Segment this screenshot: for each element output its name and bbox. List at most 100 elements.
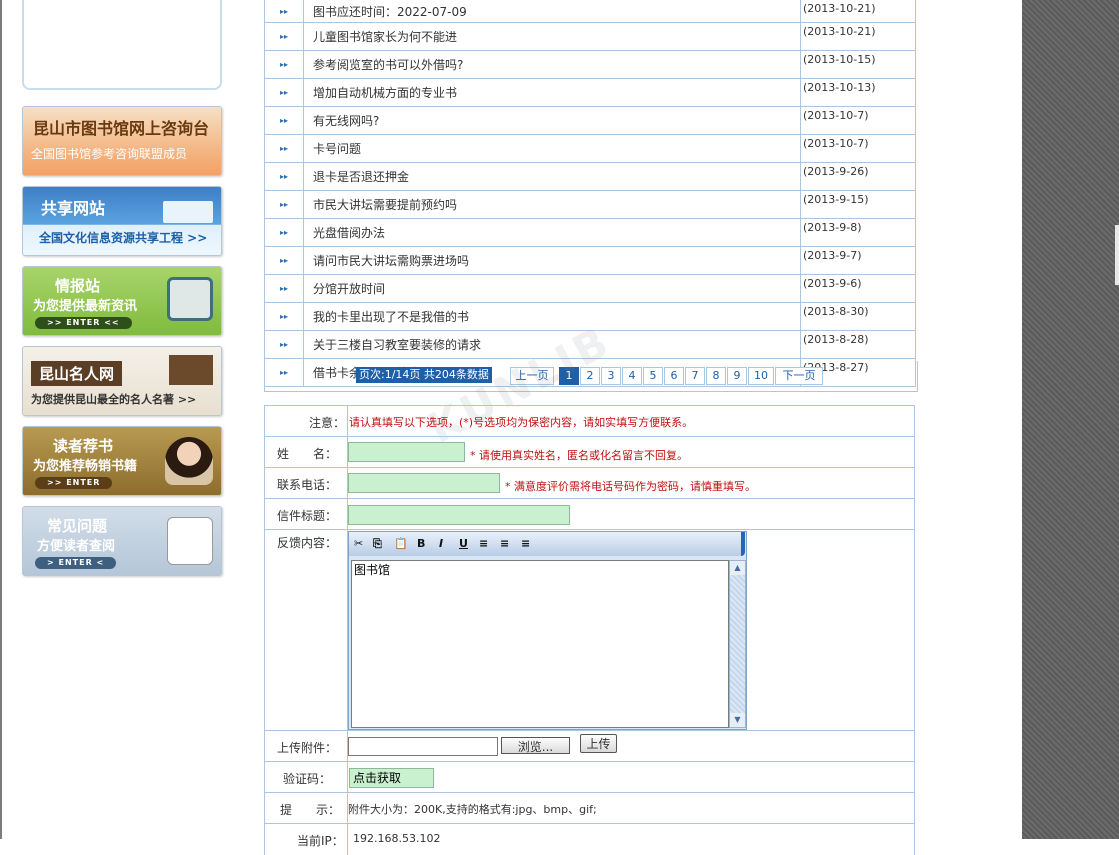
underline-icon[interactable]: U xyxy=(459,537,468,550)
question-title[interactable]: 图书应还时间：2022-07-09 xyxy=(303,0,801,23)
italic-icon[interactable]: I xyxy=(439,537,443,550)
file-path-input[interactable] xyxy=(348,737,498,756)
phone-input[interactable] xyxy=(348,473,500,493)
calendar-icon xyxy=(167,517,213,565)
banner-title: 读者荐书 xyxy=(53,437,114,455)
editor-scrollbar[interactable]: ▲ ▼ xyxy=(729,560,746,728)
question-date: (2013-10-13) xyxy=(800,78,916,107)
notice-text: 请认真填写以下选项，(*)号选项均为保密内容，请如实填写方便联系。 xyxy=(349,416,694,429)
page-number-button[interactable]: 3 xyxy=(601,367,621,385)
page-number-button[interactable]: 1 xyxy=(559,367,579,385)
book-recommend-banner[interactable]: 读者荐书 为您推荐畅销书籍 >> ENTER xyxy=(22,426,222,496)
captcha-row: 验证码： 点击获取 xyxy=(264,761,915,793)
align-right-icon[interactable]: ≡ xyxy=(521,537,530,550)
question-row[interactable]: ▸▸ 分馆开放时间 (2013-9-6) xyxy=(264,274,916,303)
question-title[interactable]: 儿童图书馆家长为何不能进 xyxy=(303,22,801,51)
page-number-button[interactable]: 6 xyxy=(664,367,684,385)
bold-icon[interactable]: B xyxy=(417,537,425,550)
name-row: 姓 名： * 请使用真实姓名，匿名或化名留言不回复。 xyxy=(264,436,915,468)
name-hint: * 请使用真实姓名，匿名或化名留言不回复。 xyxy=(470,449,688,462)
page-number-button[interactable]: 9 xyxy=(727,367,747,385)
next-page-button[interactable]: 下一页 xyxy=(775,367,823,385)
banner-title: 共享网站 xyxy=(41,199,106,218)
arrow-icon: ▸▸ xyxy=(264,274,304,303)
tip-text: 附件大小为：200K,支持的格式有:jpg、bmp、gif; xyxy=(348,803,597,816)
question-title[interactable]: 有无线网吗? xyxy=(303,106,801,135)
question-row[interactable]: ▸▸ 退卡是否退还押金 (2013-9-26) xyxy=(264,162,916,191)
question-row[interactable]: ▸▸ 卡号问题 (2013-10-7) xyxy=(264,134,916,163)
upload-button[interactable]: 上传 xyxy=(580,734,617,753)
question-date: (2013-10-7) xyxy=(800,106,916,135)
page-number-button[interactable]: 5 xyxy=(643,367,663,385)
question-row[interactable]: ▸▸ 光盘借阅办法 (2013-9-8) xyxy=(264,218,916,247)
question-title[interactable]: 参考阅览室的书可以外借吗? xyxy=(303,50,801,79)
banner-subtitle: 全国文化信息资源共享工程 >> xyxy=(39,231,208,245)
question-title[interactable]: 请问市民大讲坛需购票进场吗 xyxy=(303,246,801,275)
left-edge xyxy=(0,0,2,839)
subject-input[interactable] xyxy=(348,505,570,525)
question-title[interactable]: 市民大讲坛需要提前预约吗 xyxy=(303,190,801,219)
enter-button[interactable]: > ENTER < xyxy=(35,557,117,569)
consult-banner[interactable]: 昆山市图书馆网上咨询台 全国图书馆参考咨询联盟成员 xyxy=(22,106,222,176)
info-station-banner[interactable]: 情报站 为您提供最新资讯 >> ENTER << xyxy=(22,266,222,336)
content-text: 图书馆 xyxy=(354,563,391,577)
question-row[interactable]: ▸▸ 有无线网吗? (2013-10-7) xyxy=(264,106,916,135)
enter-button[interactable]: >> ENTER xyxy=(35,477,113,489)
banner-subtitle: 为您提供最新资讯 xyxy=(33,299,138,314)
ip-row: 当前IP： 192.168.53.102 xyxy=(264,823,915,855)
page-number-button[interactable]: 2 xyxy=(580,367,600,385)
align-center-icon[interactable]: ≡ xyxy=(500,537,509,550)
question-title[interactable]: 分馆开放时间 xyxy=(303,274,801,303)
browse-button[interactable]: 浏览... xyxy=(501,737,570,754)
question-row[interactable]: ▸▸ 市民大讲坛需要提前预约吗 (2013-9-15) xyxy=(264,190,916,219)
question-row[interactable]: ▸▸ 我的卡里出现了不是我借的书 (2013-8-30) xyxy=(264,302,916,331)
share-site-banner[interactable]: 共享网站 全国文化信息资源共享工程 >> xyxy=(22,186,222,256)
question-date: (2013-9-7) xyxy=(800,246,916,275)
question-date: (2013-10-7) xyxy=(800,134,916,163)
page-number-button[interactable]: 4 xyxy=(622,367,642,385)
question-date: (2013-9-8) xyxy=(800,218,916,247)
prev-page-button[interactable]: 上一页 xyxy=(510,367,554,385)
question-title[interactable]: 关于三楼自习教室要装修的请求 xyxy=(303,330,801,359)
arrow-icon: ▸▸ xyxy=(264,50,304,79)
question-title[interactable]: 卡号问题 xyxy=(303,134,801,163)
sidebar-top-box xyxy=(22,0,222,90)
phone-row: 联系电话： * 满意度评价需将电话号码作为密码，请慎重填写。 xyxy=(264,467,915,499)
monitor-icon xyxy=(167,277,213,321)
question-row[interactable]: ▸▸ 增加自动机械方面的专业书 (2013-10-13) xyxy=(264,78,916,107)
question-date: (2013-9-6) xyxy=(800,274,916,303)
page-number-button[interactable]: 10 xyxy=(748,367,774,385)
scroll-down-icon[interactable]: ▼ xyxy=(730,713,745,727)
question-title[interactable]: 退卡是否退还押金 xyxy=(303,162,801,191)
copy-icon[interactable]: ⎘ xyxy=(373,537,382,551)
banner-title: 常见问题 xyxy=(47,517,108,535)
question-title[interactable]: 我的卡里出现了不是我借的书 xyxy=(303,302,801,331)
question-row[interactable]: ▸▸ 关于三楼自习教室要装修的请求 (2013-8-28) xyxy=(264,330,916,359)
question-row[interactable]: ▸▸ 图书应还时间：2022-07-09 (2013-10-21) xyxy=(264,0,916,23)
question-row[interactable]: ▸▸ 请问市民大讲坛需购票进场吗 (2013-9-7) xyxy=(264,246,916,275)
enter-button[interactable]: >> ENTER << xyxy=(35,317,132,329)
question-row[interactable]: ▸▸ 参考阅览室的书可以外借吗? (2013-10-15) xyxy=(264,50,916,79)
content-textarea[interactable]: 图书馆 xyxy=(351,560,729,728)
question-title[interactable]: 光盘借阅办法 xyxy=(303,218,801,247)
captcha-button[interactable]: 点击获取 xyxy=(349,768,434,788)
arrow-icon: ▸▸ xyxy=(264,78,304,107)
paste-icon[interactable]: 📋 xyxy=(394,537,408,550)
question-row[interactable]: ▸▸ 儿童图书馆家长为何不能进 (2013-10-21) xyxy=(264,22,916,51)
name-input[interactable] xyxy=(348,442,465,462)
question-list: ▸▸ 图书应还时间：2022-07-09 (2013-10-21) ▸▸ 儿童图书馆家长… xyxy=(264,0,916,387)
page-number-button[interactable]: 8 xyxy=(706,367,726,385)
celebrity-banner[interactable]: 昆山名人网 为您提供昆山最全的名人名著 >> xyxy=(22,346,222,416)
notice-label: 注意： xyxy=(309,416,346,430)
align-left-icon[interactable]: ≡ xyxy=(479,537,488,550)
scroll-up-icon[interactable]: ▲ xyxy=(730,561,745,575)
faq-banner[interactable]: 常见问题 方便读者查阅 > ENTER < xyxy=(22,506,222,576)
ip-label: 当前IP： xyxy=(297,834,344,848)
question-date: (2013-8-28) xyxy=(800,330,916,359)
cut-icon[interactable]: ✂ xyxy=(354,537,363,550)
page-number-button[interactable]: 7 xyxy=(685,367,705,385)
phone-hint: * 满意度评价需将电话号码作为密码，请慎重填写。 xyxy=(505,480,756,493)
arrow-icon: ▸▸ xyxy=(264,22,304,51)
question-title[interactable]: 增加自动机械方面的专业书 xyxy=(303,78,801,107)
banner-subtitle: 为您推荐畅销书籍 xyxy=(33,459,138,474)
